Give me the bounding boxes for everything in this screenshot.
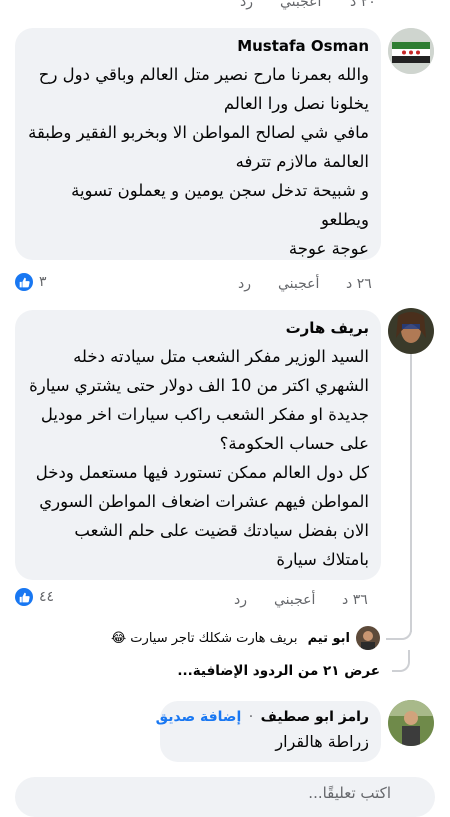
like-link[interactable]: أعجبني	[278, 276, 319, 292]
comment-actions: رد أعجبني ٢٦ د	[238, 276, 378, 294]
like-link[interactable]: أعجبني	[280, 0, 321, 10]
like-link[interactable]: أعجبني	[274, 592, 315, 608]
timestamp[interactable]: ٢٦ د	[346, 276, 372, 292]
like-reaction-icon	[15, 273, 33, 291]
comment-bubble: رامز ابو صطيف · إضافة صديق زراطة هالقرار	[156, 701, 381, 762]
reply-author[interactable]: ابو تيم	[308, 631, 350, 646]
reply-link[interactable]: رد	[234, 592, 247, 608]
comment-text: السيد الوزير مفكر الشعب متل سيادته دخله …	[29, 347, 369, 569]
reaction-number: ٤٤	[39, 589, 55, 605]
top-action-row: رد أعجبني ٢٠ د	[240, 0, 380, 12]
timestamp[interactable]: ٣٦ د	[342, 592, 368, 608]
comment-author[interactable]: بريف هارت	[27, 318, 369, 338]
avatar-braveheart[interactable]	[388, 308, 434, 354]
avatar-image-icon	[356, 626, 380, 650]
portrait-avatar-icon	[388, 308, 434, 354]
flag-avatar-icon	[388, 28, 434, 74]
comment-text: والله بعمرنا مارح نصير متل العالم وباقي …	[28, 65, 369, 258]
reaction-count[interactable]: ٣	[15, 273, 47, 291]
like-reaction-icon	[15, 588, 33, 606]
dot-separator: ·	[248, 709, 254, 725]
comment-input[interactable]: اكتب تعليقًا...	[15, 777, 435, 817]
comment-author[interactable]: Mustafa Osman	[27, 36, 369, 56]
comment-author[interactable]: رامز ابو صطيف	[261, 709, 369, 725]
avatar-mustafa[interactable]	[388, 28, 434, 74]
reply-link[interactable]: رد	[240, 0, 253, 10]
reply-connector	[386, 620, 412, 640]
input-placeholder: اكتب تعليقًا...	[308, 784, 391, 802]
timestamp[interactable]: ٢٠ د	[350, 0, 376, 10]
comment-bubble: بريف هارت السيد الوزير مفكر الشعب متل سي…	[15, 310, 381, 580]
more-connector	[392, 650, 410, 672]
reaction-number: ٣	[39, 274, 47, 290]
avatar-ramez[interactable]	[388, 700, 434, 746]
comment-text: زراطة هالقرار	[275, 732, 369, 751]
nested-reply-preview[interactable]: ابو تيم بريف هارت شكلك تاجر سيارت 😂	[50, 631, 350, 646]
comment-actions: رد أعجبني ٣٦ د	[234, 592, 374, 610]
portrait-avatar-icon	[388, 700, 434, 746]
reply-text: بريف هارت شكلك تاجر سيارت 😂	[110, 631, 298, 646]
view-more-replies[interactable]: عرض ٢١ من الردود الإضافية...	[177, 663, 380, 679]
reaction-count[interactable]: ٤٤	[15, 588, 54, 606]
thread-line	[410, 352, 412, 632]
reply-link[interactable]: رد	[238, 276, 251, 292]
avatar-abu-tim[interactable]	[356, 626, 380, 650]
add-friend-link[interactable]: إضافة صديق	[156, 709, 242, 725]
comment-bubble: Mustafa Osman والله بعمرنا مارح نصير متل…	[15, 28, 381, 260]
